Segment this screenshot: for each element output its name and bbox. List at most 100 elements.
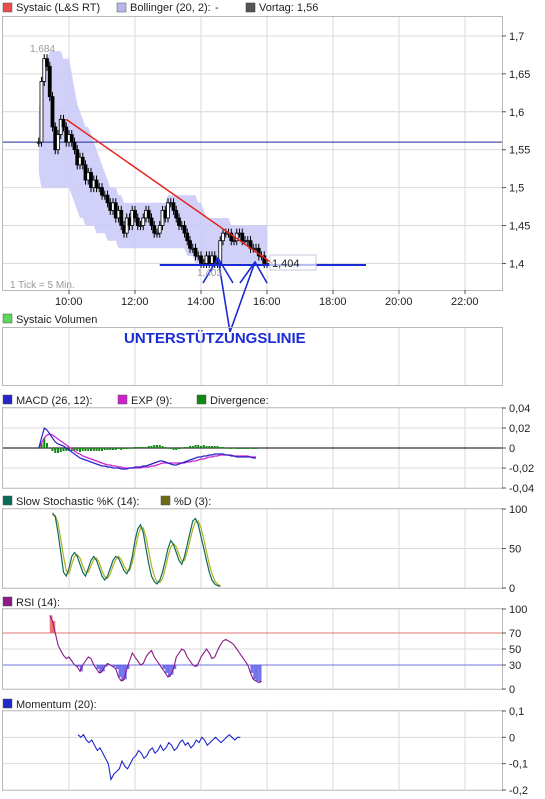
divergence-bar	[244, 448, 246, 449]
legend-square-green	[2, 313, 13, 324]
legend-bollinger-value: -	[215, 2, 219, 14]
divergence-bar	[211, 446, 213, 448]
divergence-bar	[235, 448, 238, 449]
stochastic-d-line	[52, 514, 221, 587]
divergence-bar	[114, 448, 117, 450]
rsi-oversold-fill	[121, 665, 124, 681]
candle-body	[240, 232, 245, 242]
divergence-bar	[233, 448, 235, 449]
chart-stage: Systaic (L&S RT) Bollinger (20, 2): - Vo…	[2, 2, 534, 797]
legend-price: Systaic (L&S RT)	[16, 2, 100, 14]
macd-y-ticks: 0,04 0,02 0 -0,02 -0,04	[502, 403, 534, 495]
divergence-bar	[169, 448, 172, 449]
candle-body	[199, 255, 203, 264]
legend-macd: MACD (26, 12):	[16, 395, 92, 407]
candle-body	[193, 247, 198, 257]
divergence-bar	[59, 448, 62, 452]
divergence-bar	[158, 445, 161, 448]
candle-body	[56, 134, 60, 151]
candle-body	[94, 179, 99, 189]
divergence-bar	[128, 448, 131, 449]
price-x-tick-label-6: 22:00	[451, 296, 479, 308]
legend-square-navy	[2, 698, 13, 709]
legend-divergence: Divergence:	[210, 395, 269, 407]
divergence-bar	[219, 447, 222, 448]
momentum-panel: Momentum (20): 0,1 0 -0,1 -0,2	[2, 698, 528, 797]
candle-body	[39, 81, 44, 143]
divergence-bar	[54, 448, 57, 453]
candle-body	[152, 225, 157, 234]
candle-body	[119, 209, 124, 226]
price-x-tick-label-0: 10:00	[55, 296, 83, 308]
divergence-bar	[79, 448, 81, 452]
legend-square-gray	[245, 2, 256, 13]
momentum-plot-frame	[2, 710, 503, 791]
macd-y-tick-label-3: -0,02	[509, 463, 534, 475]
rsi-y-ticks: 100 70 50 30 0	[502, 604, 527, 696]
legend-rsi: RSI (14):	[16, 597, 60, 609]
divergence-bar	[222, 447, 224, 448]
divergence-bar	[178, 448, 180, 449]
divergence-bar	[139, 447, 142, 448]
macd-y-tick-label-4: -0,04	[509, 483, 534, 495]
rsi-oversold-fill	[165, 665, 168, 673]
divergence-bar	[123, 448, 125, 449]
legend-exp: EXP (9):	[131, 395, 172, 407]
divergence-bar	[156, 445, 158, 448]
divergence-bar	[246, 448, 249, 449]
legend-bollinger: Bollinger (20, 2):	[130, 2, 211, 14]
price-panel: Systaic (L&S RT) Bollinger (20, 2): - Vo…	[2, 2, 530, 347]
divergence-bar	[76, 448, 79, 451]
divergence-bar	[249, 448, 252, 449]
candle-body	[100, 187, 104, 196]
legend-square-magenta	[117, 394, 128, 405]
legend-stoch-k: Slow Stochastic %K (14):	[16, 496, 140, 508]
divergence-bar	[101, 448, 103, 451]
price-x-tick-label-4: 18:00	[319, 296, 347, 308]
divergence-bar	[208, 446, 211, 448]
candle-body	[135, 217, 140, 226]
candle-body	[174, 209, 179, 219]
candle-body	[157, 225, 162, 234]
rsi-oversold-fill	[96, 665, 100, 669]
candle-body	[182, 225, 187, 234]
rsi-oversold-fill	[258, 665, 262, 683]
divergence-bar	[205, 446, 208, 448]
divergence-bar	[51, 448, 54, 451]
rsi-oversold-fill	[115, 665, 119, 669]
price-x-tick-label-1: 12:00	[121, 296, 149, 308]
candle-body	[45, 58, 49, 67]
legend-vortag: Vortag: 1,56	[259, 2, 318, 14]
divergence-bar	[172, 448, 175, 450]
price-y-ticks: 1,7 1,65 1,6 1,55 1,5 1,45 1,4	[502, 31, 530, 270]
price-y-tick-label-4: 1,5	[509, 183, 524, 195]
rsi-y-tick-label-1: 70	[509, 628, 521, 640]
divergence-bar	[224, 448, 227, 449]
legend-square-purple	[2, 596, 13, 607]
macd-panel: MACD (26, 12): EXP (9): Divergence: 0,04…	[2, 394, 534, 495]
legend-stoch-d: %D (3):	[174, 496, 211, 508]
last-label: 1,404	[272, 258, 300, 270]
min-label: 1,403	[197, 268, 222, 279]
stoch-y-tick-label-2: 0	[509, 583, 515, 595]
divergence-bar	[92, 448, 95, 451]
candle-body	[50, 96, 55, 128]
rsi-y-tick-label-3: 30	[509, 660, 521, 672]
support-annotation: UNTERSTÜTZUNGSLINIE	[124, 330, 306, 347]
macd-y-tick-label-2: 0	[509, 443, 515, 455]
rsi-y-tick-label-2: 50	[509, 644, 521, 656]
divergence-bar	[90, 448, 92, 451]
mom-y-tick-label-2: -0,1	[509, 759, 528, 771]
rsi-oversold-fill	[253, 665, 256, 680]
macd-y-tick-label-1: 0,02	[509, 423, 530, 435]
candle-body	[72, 141, 77, 151]
divergence-bar	[103, 448, 106, 450]
divergence-bar	[194, 445, 197, 448]
price-y-tick-label-1: 1,65	[509, 69, 530, 81]
candle-body	[171, 202, 176, 211]
divergence-bar	[134, 447, 136, 448]
max-label: 1,684	[30, 44, 55, 55]
candle-body	[80, 156, 85, 166]
legend-square-darkgreen	[196, 394, 207, 405]
legend-momentum: Momentum (20):	[16, 699, 97, 711]
